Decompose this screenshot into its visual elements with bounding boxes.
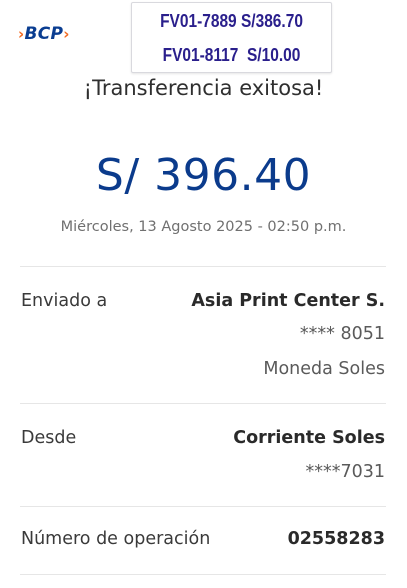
sent-to-label: Enviado a <box>21 291 108 311</box>
divider <box>20 506 386 507</box>
annotation-line-2: FV01-8117 S/10.00 <box>162 45 301 65</box>
recipient-currency: Moneda Soles <box>263 359 385 379</box>
from-label: Desde <box>21 428 77 448</box>
annotation-line-1: FV01-7889 S/386.70 <box>160 11 303 31</box>
source-account-number: ****7031 <box>305 462 385 482</box>
source-account-type: Corriente Soles <box>233 428 385 448</box>
logo-text: BCP <box>24 24 64 44</box>
recipient-account: **** 8051 <box>299 324 385 344</box>
transfer-amount: S/ 396.40 <box>95 150 312 201</box>
header: › BCP › FV01-7889 S/386.70 FV01-8117 S/1… <box>0 0 407 75</box>
recipient-name: Asia Print Center S. <box>191 291 385 311</box>
annotation-box: FV01-7889 S/386.70 FV01-8117 S/10.00 <box>131 2 332 73</box>
divider <box>20 574 386 575</box>
operation-number: 02558283 <box>287 529 385 549</box>
operation-number-label: Número de operación <box>21 529 211 549</box>
transfer-datetime: Miércoles, 13 Agosto 2025 - 02:50 p.m. <box>60 219 347 235</box>
success-title: ¡Transferencia exitosa! <box>83 76 324 100</box>
divider <box>20 266 386 267</box>
logo-right-mark: › <box>63 25 70 43</box>
divider <box>20 403 386 404</box>
bcp-logo: › BCP › <box>18 24 70 44</box>
